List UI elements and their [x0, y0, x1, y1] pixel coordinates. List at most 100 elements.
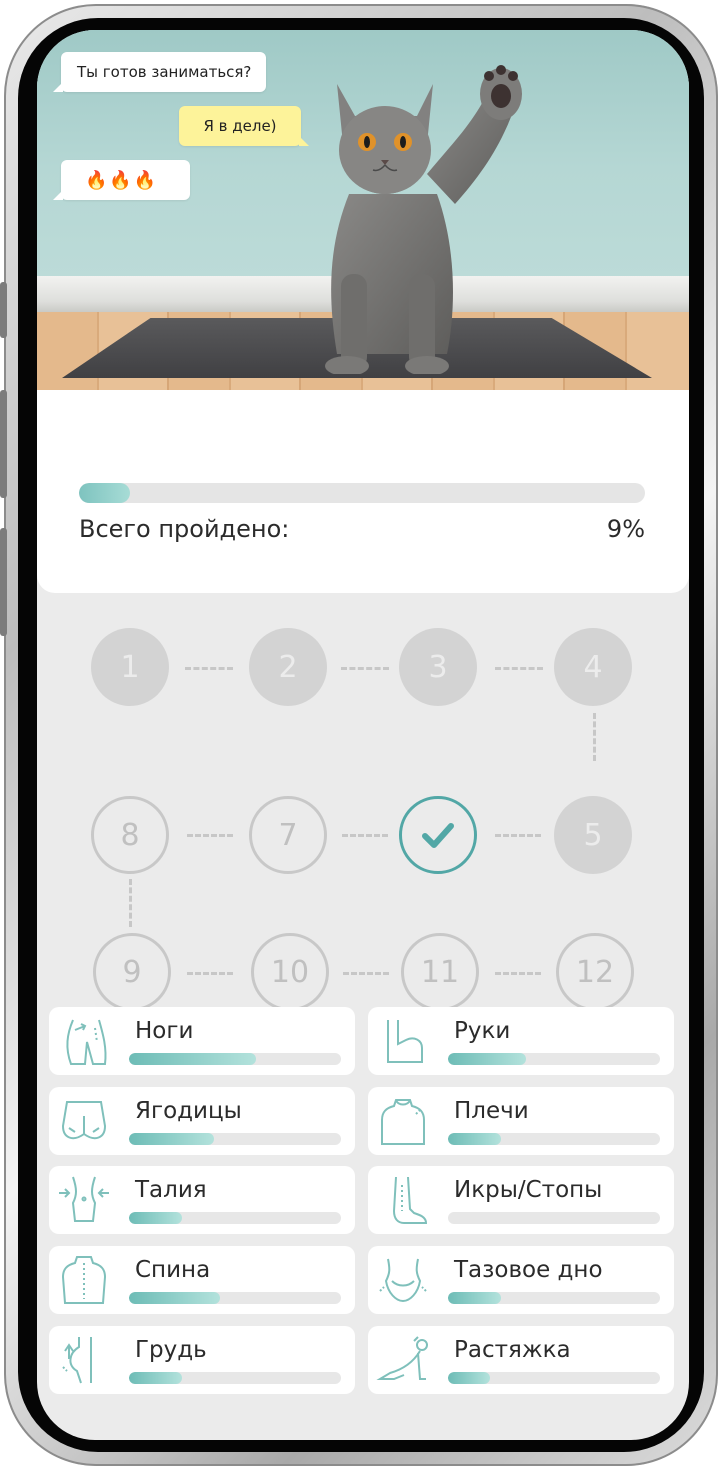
category-label: Ягодицы	[135, 1098, 242, 1124]
category-label: Ноги	[135, 1018, 194, 1044]
step-number: 3	[428, 649, 448, 685]
category-progress-bar	[129, 1133, 341, 1145]
path-connector	[129, 879, 132, 927]
category-progress-bar	[129, 1053, 341, 1065]
step-number: 1	[120, 649, 140, 685]
category-progress-fill	[448, 1133, 501, 1145]
chat-bubble-answer: Я в деле)	[179, 106, 309, 146]
back-icon	[61, 1256, 107, 1304]
step-node-9[interactable]: 9	[93, 933, 171, 1011]
step-number: 7	[278, 817, 298, 853]
overall-progress-bar	[79, 483, 645, 503]
step-node-5[interactable]: 5	[554, 796, 632, 874]
category-label: Спина	[135, 1257, 211, 1283]
step-node-12[interactable]: 12	[556, 933, 634, 1011]
category-card-chest[interactable]: Грудь	[49, 1326, 355, 1394]
stretching-icon	[376, 1336, 428, 1380]
step-node-11[interactable]: 11	[401, 933, 479, 1011]
category-progress-fill	[448, 1053, 527, 1065]
category-progress-bar	[129, 1212, 341, 1224]
path-connector	[495, 972, 541, 975]
category-card-stretching[interactable]: Растяжка	[368, 1326, 674, 1394]
chat-bubble-emojis: 🔥🔥🔥	[53, 160, 190, 200]
bubble-tail	[299, 136, 309, 146]
step-node-1[interactable]: 1	[91, 628, 169, 706]
category-label: Талия	[135, 1177, 207, 1203]
waist-icon	[59, 1176, 109, 1222]
path-connector	[341, 667, 389, 670]
path-connector	[187, 972, 233, 975]
category-card-shoulders[interactable]: Плечи	[368, 1087, 674, 1155]
hero-banner: Ты готов заниматься? Я в деле) 🔥🔥🔥	[37, 30, 689, 390]
chat-bubble-answer-text: Я в деле)	[203, 117, 277, 135]
calves-feet-icon	[392, 1176, 428, 1224]
category-card-calves-feet[interactable]: Икры/Стопы	[368, 1166, 674, 1234]
step-node-10[interactable]: 10	[251, 933, 329, 1011]
bubble-tail	[53, 82, 63, 92]
fire-emojis: 🔥🔥🔥	[85, 169, 159, 191]
category-progress-fill	[448, 1292, 501, 1304]
mute-switch	[0, 282, 7, 338]
category-progress-bar	[448, 1212, 660, 1224]
path-connector	[495, 834, 541, 837]
path-connector	[187, 834, 233, 837]
step-number: 8	[120, 817, 140, 853]
step-node-8[interactable]: 8	[91, 796, 169, 874]
step-node-7[interactable]: 7	[249, 796, 327, 874]
category-progress-fill	[129, 1133, 214, 1145]
category-progress-bar	[448, 1372, 660, 1384]
category-card-arms[interactable]: Руки	[368, 1007, 674, 1075]
overall-progress-card: Всего пройдено: 9%	[37, 390, 689, 593]
checkmark-icon	[422, 823, 454, 848]
category-progress-bar	[448, 1133, 660, 1145]
path-connector	[495, 667, 543, 670]
chest-icon	[62, 1337, 92, 1384]
step-number: 2	[278, 649, 298, 685]
step-number: 9	[122, 954, 142, 990]
path-connector	[185, 667, 233, 670]
bubble-tail	[53, 190, 63, 200]
glutes-icon	[61, 1101, 107, 1140]
category-label: Тазовое дно	[454, 1257, 603, 1283]
category-progress-bar	[129, 1372, 341, 1384]
training-roadmap: 1 2 3 4 8 7 5 9 10 11 12	[37, 593, 689, 1011]
category-label: Икры/Стопы	[454, 1177, 603, 1203]
category-card-waist[interactable]: Талия	[49, 1166, 355, 1234]
step-number: 4	[583, 649, 603, 685]
category-progress-bar	[448, 1053, 660, 1065]
category-card-legs[interactable]: Ноги	[49, 1007, 355, 1075]
step-number: 12	[575, 954, 615, 990]
volume-up-button	[0, 390, 7, 498]
app-screen: Ты готов заниматься? Я в деле) 🔥🔥🔥 Всего…	[37, 30, 689, 1440]
pelvic-floor-icon	[379, 1258, 427, 1303]
shoulders-icon	[381, 1099, 425, 1145]
overall-progress-fill	[79, 483, 130, 503]
arm-icon	[387, 1020, 423, 1063]
category-progress-fill	[129, 1292, 221, 1304]
step-node-6-completed[interactable]	[399, 796, 477, 874]
category-label: Растяжка	[454, 1337, 571, 1363]
step-node-2[interactable]: 2	[249, 628, 327, 706]
cat-illustration	[325, 65, 522, 374]
overall-progress-value: 9%	[606, 515, 645, 543]
category-progress-bar	[129, 1292, 341, 1304]
category-card-glutes[interactable]: Ягодицы	[49, 1087, 355, 1155]
category-progress-bar	[448, 1292, 660, 1304]
step-node-3[interactable]: 3	[399, 628, 477, 706]
chat-bubble-question-text: Ты готов заниматься?	[77, 63, 252, 81]
category-card-back[interactable]: Спина	[49, 1246, 355, 1314]
path-connector	[342, 834, 388, 837]
legs-icon	[66, 1019, 107, 1065]
category-progress-fill	[448, 1372, 491, 1384]
chat-bubble-question: Ты готов заниматься?	[53, 52, 266, 92]
path-connector	[593, 713, 596, 761]
category-label: Грудь	[135, 1337, 207, 1363]
step-node-4[interactable]: 4	[554, 628, 632, 706]
overall-progress-label: Всего пройдено:	[79, 515, 290, 543]
category-progress-fill	[129, 1053, 257, 1065]
path-connector	[343, 972, 389, 975]
category-progress-fill	[129, 1212, 182, 1224]
category-card-pelvic-floor[interactable]: Тазовое дно	[368, 1246, 674, 1314]
category-label: Руки	[454, 1018, 511, 1044]
category-label: Плечи	[454, 1098, 529, 1124]
